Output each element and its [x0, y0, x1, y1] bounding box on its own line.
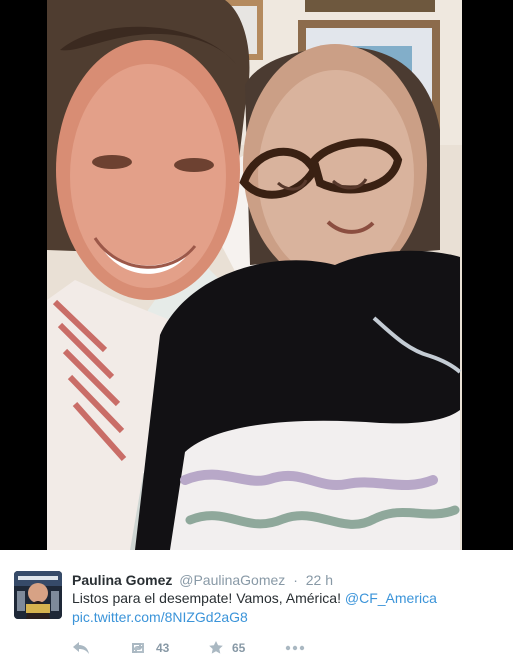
more-button[interactable] [285, 636, 305, 660]
mention-link[interactable]: @CF_America [345, 590, 437, 606]
author-fullname[interactable]: Paulina Gomez [72, 572, 172, 588]
avatar[interactable] [14, 571, 62, 619]
tweet-text: Listos para el desempate! Vamos, América… [72, 589, 497, 627]
favorite-button[interactable]: 65 [208, 636, 245, 660]
tweet-card: Paulina Gomez @PaulinaGomez · 22 h Listo… [0, 0, 513, 672]
author-username[interactable]: @PaulinaGomez [179, 572, 285, 588]
tweet-timestamp[interactable]: 22 h [306, 572, 333, 588]
profile-picture-icon [14, 571, 62, 619]
more-dots-icon [285, 645, 305, 651]
photo-link[interactable]: pic.twitter.com/8NIZGd2aG8 [72, 609, 248, 625]
reply-button[interactable] [72, 636, 90, 660]
reply-icon [73, 642, 89, 654]
tweet-message: Listos para el desempate! Vamos, América… [72, 590, 345, 606]
tweet-photo[interactable] [0, 0, 513, 550]
tweet-actions: 43 65 [72, 636, 372, 660]
retweet-button[interactable]: 43 [128, 636, 169, 660]
tweet-header: Paulina Gomez @PaulinaGomez · 22 h [72, 571, 333, 589]
retweet-icon [132, 643, 144, 653]
header-separator: · [293, 572, 298, 588]
selfie-photo-illustration [0, 0, 513, 550]
star-icon [209, 641, 223, 654]
retweet-count: 43 [156, 641, 170, 655]
favorite-count: 65 [232, 641, 246, 655]
tweet-body: Paulina Gomez @PaulinaGomez · 22 h Listo… [0, 550, 513, 672]
